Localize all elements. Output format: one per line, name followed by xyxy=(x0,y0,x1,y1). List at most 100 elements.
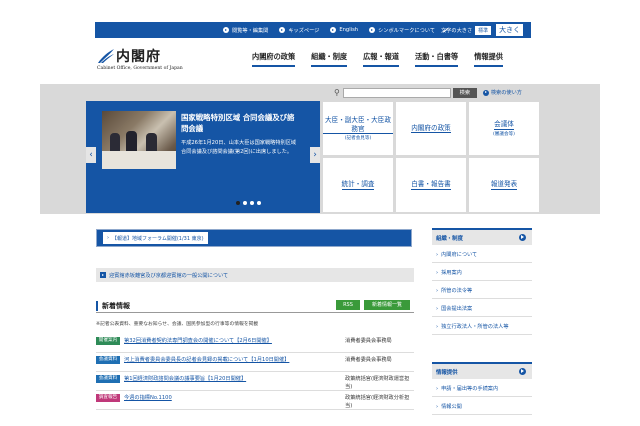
utility-links: 閲覧等・編集関 キッズページ English シンボルマークについて xyxy=(223,22,450,38)
carousel-photo[interactable] xyxy=(102,111,176,169)
photo-figure xyxy=(110,133,120,151)
nav-information[interactable]: 情報提供 xyxy=(474,52,503,67)
news-row: 調査報告 今週の指標No.1100 政策統括官(経済財政分析担当) xyxy=(96,391,414,410)
guesthouse-notice-text: 迎賓館赤坂離宮及び京都迎賓館の一般公開について xyxy=(109,272,229,279)
sidebar-item[interactable]: › 所管の法令等 xyxy=(432,281,532,299)
utility-link-kids[interactable]: キッズページ xyxy=(279,27,319,34)
notice-link[interactable]: › 【報道】地域フォーラム開催(1/31 東京) xyxy=(103,232,208,244)
utility-link-label: English xyxy=(339,27,359,33)
chevron-right-icon: › xyxy=(436,306,439,312)
sidebar-item[interactable]: › 採用案内 xyxy=(432,263,532,281)
arrow-icon xyxy=(482,89,489,96)
carousel-dots xyxy=(236,201,261,205)
cabinet-office-logo-icon xyxy=(98,49,114,63)
logo-text-en: Cabinet Office, Government of Japan xyxy=(97,66,183,71)
sidebar-item[interactable]: › 情報公開 xyxy=(432,397,532,415)
sidebar-item-label: 独立行政法人・所管の法人等 xyxy=(441,324,509,330)
font-size-label: 文字の大きさ xyxy=(441,27,473,34)
news-header: 新着情報 RSS 新着情報一覧 xyxy=(96,300,414,313)
news-row: 会議資料 第1回経済財政諮問会議の議事要旨【1月20日開催】 政策統括官(経済財政運… xyxy=(96,372,414,391)
chevron-right-icon: › xyxy=(107,235,109,241)
sidebar-header[interactable]: 組織・制度 xyxy=(432,228,532,245)
tile-subtitle: (記者会見等) xyxy=(344,136,372,141)
news-note: ※記者公表資料、重要なお知らせ、会議、国民参加型の行事等の情報を掲載 xyxy=(96,322,259,327)
news-title: 新着情報 xyxy=(102,302,130,310)
category-tiles: 大臣・副大臣・大臣政務官 (記者会見等) 内閣府の政策 会議体 (審議会等) 統計・… xyxy=(323,102,540,212)
news-source: 政策統括官(経済財政分析担当) xyxy=(345,395,410,409)
guesthouse-notice[interactable]: 迎賓館赤坂離宮及び京都迎賓館の一般公開について xyxy=(96,268,414,282)
utility-link-label: シンボルマークについて xyxy=(378,27,436,34)
photo-table xyxy=(102,151,176,169)
news-category-badge: 開催案内 xyxy=(96,337,120,345)
news-category-badge: 会議資料 xyxy=(96,375,120,383)
site-logo[interactable]: 内閣府 Cabinet Office, Government of Japan xyxy=(97,46,207,76)
news-link[interactable]: 河上消費者委員会委員長の記者会見録の掲載について【1月10日開催】 xyxy=(124,356,289,363)
carousel-next-button[interactable]: › xyxy=(310,147,320,163)
utility-link-english[interactable]: English xyxy=(330,27,358,33)
font-size-controls: 文字の大きさ 標準 大きく xyxy=(441,22,524,38)
nav-policy[interactable]: 内閣府の政策 xyxy=(252,52,296,67)
tile-white-papers[interactable]: 白書・報告書 xyxy=(396,158,466,212)
search-howto-link[interactable]: 検索の使い方 xyxy=(482,89,522,96)
news-list: 開催案内 第32回消費者契約法専門調査会の開催について【2月6日開催】 消費者委員会… xyxy=(96,334,414,410)
logo-text-jp: 内閣府 xyxy=(116,49,161,65)
sidebar-item[interactable]: › 国会提出法案 xyxy=(432,299,532,317)
tile-subtitle: (審議会等) xyxy=(493,131,515,137)
utility-bar: 閲覧等・編集関 キッズページ English シンボルマークについて 文字の大き… xyxy=(95,22,531,38)
tile-title: 統計・調査 xyxy=(341,180,375,190)
sidebar-item[interactable]: › 独立行政法人・所管の法人等 xyxy=(432,317,532,335)
utility-link-accessibility[interactable]: 閲覧等・編集関 xyxy=(223,27,268,34)
sidebar-item[interactable]: › 内閣府について xyxy=(432,245,532,263)
tile-title: 大臣・副大臣・大臣政務官 xyxy=(323,116,393,134)
carousel-dot[interactable] xyxy=(236,201,240,205)
tile-title: 報道発表 xyxy=(490,180,518,190)
tile-policy[interactable]: 内閣府の政策 xyxy=(396,102,466,155)
tile-councils[interactable]: 会議体 (審議会等) xyxy=(469,102,539,155)
tile-press-releases[interactable]: 報道発表 xyxy=(469,158,539,212)
font-large-button[interactable]: 大きく xyxy=(496,24,524,36)
carousel-prev-button[interactable]: ‹ xyxy=(86,147,96,163)
news-carousel: 国家戦略特別区域 合同会議及び諮問会議 平成26年1月20日、山本大臣は国家戦略… xyxy=(86,101,320,213)
news-category-badge: 会議資料 xyxy=(96,356,120,364)
search-howto-label: 検索の使い方 xyxy=(490,90,522,96)
news-link[interactable]: 第1回経済財政諮問会議の議事要旨【1月20日開催】 xyxy=(124,375,246,382)
nav-organization[interactable]: 組織・制度 xyxy=(311,52,348,67)
sidebar-item[interactable]: › 申請・届出等の手続案内 xyxy=(432,379,532,397)
news-list-button[interactable]: 新着情報一覧 xyxy=(364,300,410,310)
font-standard-button[interactable]: 標準 xyxy=(475,25,492,35)
search-bar: ⚲ 検索 検索の使い方 xyxy=(334,87,522,98)
utility-link-label: キッズページ xyxy=(288,27,320,34)
search-button[interactable]: 検索 xyxy=(452,87,477,98)
carousel-description: 平成26年1月20日、山本大臣は国家戦略特別区域合同会議及び諮問会議(第2回)に… xyxy=(181,140,297,155)
news-row: 会議資料 河上消費者委員会委員長の記者会見録の掲載について【1月10日開催】 消費者… xyxy=(96,353,414,372)
tile-ministers[interactable]: 大臣・副大臣・大臣政務官 (記者会見等) xyxy=(323,102,393,155)
sidebar-item-label: 内閣府について xyxy=(441,252,478,258)
news-row: 開催案内 第32回消費者契約法専門調査会の開催について【2月6日開催】 消費者委員会… xyxy=(96,334,414,353)
news-link[interactable]: 今週の指標No.1100 xyxy=(124,394,172,401)
carousel-dot[interactable] xyxy=(250,201,254,205)
arrow-icon xyxy=(369,27,376,33)
tile-title: 白書・報告書 xyxy=(411,180,451,190)
search-input[interactable] xyxy=(342,87,451,98)
nav-press[interactable]: 広報・報道 xyxy=(363,52,400,67)
photo-figure xyxy=(146,133,157,151)
sidebar-header-label: 情報提供 xyxy=(436,370,458,376)
arrow-icon xyxy=(100,272,106,278)
rss-button[interactable]: RSS xyxy=(336,300,360,310)
arrow-icon xyxy=(330,27,337,33)
tile-statistics[interactable]: 統計・調査 xyxy=(323,158,393,212)
chevron-right-icon: › xyxy=(436,404,439,410)
chevron-right-icon: › xyxy=(436,252,439,258)
arrow-icon xyxy=(519,368,526,375)
news-source: 消費者委員会事務局 xyxy=(345,338,392,344)
chevron-right-icon: › xyxy=(436,324,439,330)
carousel-dot[interactable] xyxy=(243,201,247,205)
carousel-title[interactable]: 国家戦略特別区域 合同会議及び諮問会議 xyxy=(181,112,301,134)
nav-activities[interactable]: 活動・白書等 xyxy=(415,52,459,67)
notice-text: 【報道】地域フォーラム開催(1/31 東京) xyxy=(112,235,204,242)
sidebar-header[interactable]: 情報提供 xyxy=(432,362,532,379)
carousel-dot[interactable] xyxy=(257,201,261,205)
news-link[interactable]: 第32回消費者契約法専門調査会の開催について【2月6日開催】 xyxy=(124,337,272,344)
news-source: 政策統括官(経済財政運営担当) xyxy=(345,376,410,390)
utility-link-symbol[interactable]: シンボルマークについて xyxy=(369,27,435,34)
